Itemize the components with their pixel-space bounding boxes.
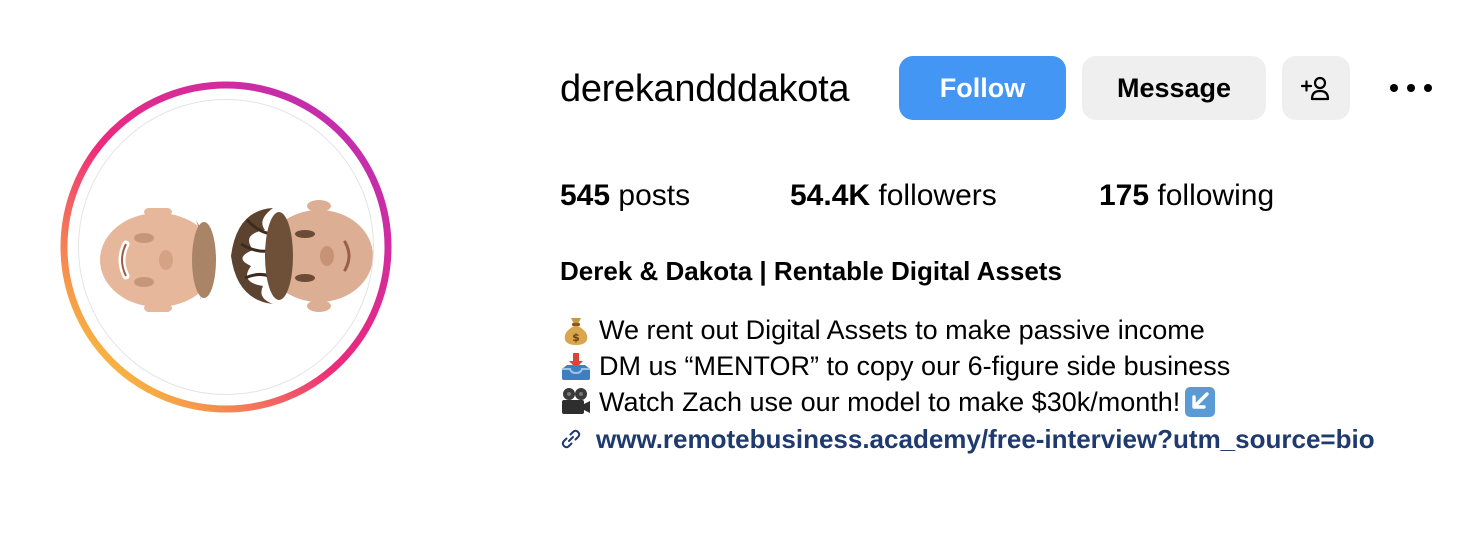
person-add-icon <box>1300 76 1330 101</box>
follow-button[interactable]: Follow <box>899 56 1066 120</box>
avatar-image <box>78 99 374 395</box>
more-horizontal-icon <box>1390 84 1432 92</box>
bio-line: Watch Zach use our model to make $30k/mo… <box>560 384 1230 420</box>
following-count-label: following <box>1149 179 1275 212</box>
bio-line-text: Watch Zach use our model to make $30k/mo… <box>599 387 1181 417</box>
money-bag-emoji: $ <box>564 318 588 345</box>
posts-count-value: 545 <box>560 179 611 212</box>
bio-line-text: DM us “MENTOR” to copy our 6-figure side… <box>599 351 1231 381</box>
message-button[interactable]: Message <box>1082 56 1266 120</box>
bio-line: $ We rent out Digital Assets to make pas… <box>560 312 1230 348</box>
bio-link[interactable]: www.remotebusiness.academy/free-intervie… <box>560 421 1375 457</box>
posts-count: 545 posts <box>560 174 690 218</box>
movie-camera-emoji <box>562 388 590 414</box>
bio-link-text[interactable]: www.remotebusiness.academy/free-intervie… <box>596 424 1375 455</box>
profile-bio: $ We rent out Digital Assets to make pas… <box>560 312 1230 420</box>
followers-link[interactable]: 54.4K followers <box>790 174 997 218</box>
svg-text:$: $ <box>572 331 580 344</box>
avatar-face-right <box>231 200 373 312</box>
down-left-arrow-emoji <box>1185 387 1216 417</box>
inbox-tray-emoji <box>562 353 590 380</box>
profile-avatar[interactable] <box>60 81 392 413</box>
profile-full-name: Derek & Dakota | Rentable Digital Assets <box>560 256 1062 286</box>
options-button[interactable] <box>1381 74 1441 102</box>
avatar-face-left <box>100 208 216 312</box>
link-icon <box>561 429 581 449</box>
profile-username: derekandddakota <box>560 68 850 110</box>
suggest-similar-button[interactable] <box>1282 56 1350 120</box>
bio-line: DM us “MENTOR” to copy our 6-figure side… <box>560 348 1230 384</box>
bio-line-text: We rent out Digital Assets to make passi… <box>599 315 1205 345</box>
followers-count-label: followers <box>870 179 997 212</box>
followers-count-value: 54.4K <box>790 179 871 212</box>
following-link[interactable]: 175 following <box>1099 174 1274 218</box>
following-count-value: 175 <box>1099 179 1150 212</box>
posts-count-label: posts <box>610 179 691 212</box>
